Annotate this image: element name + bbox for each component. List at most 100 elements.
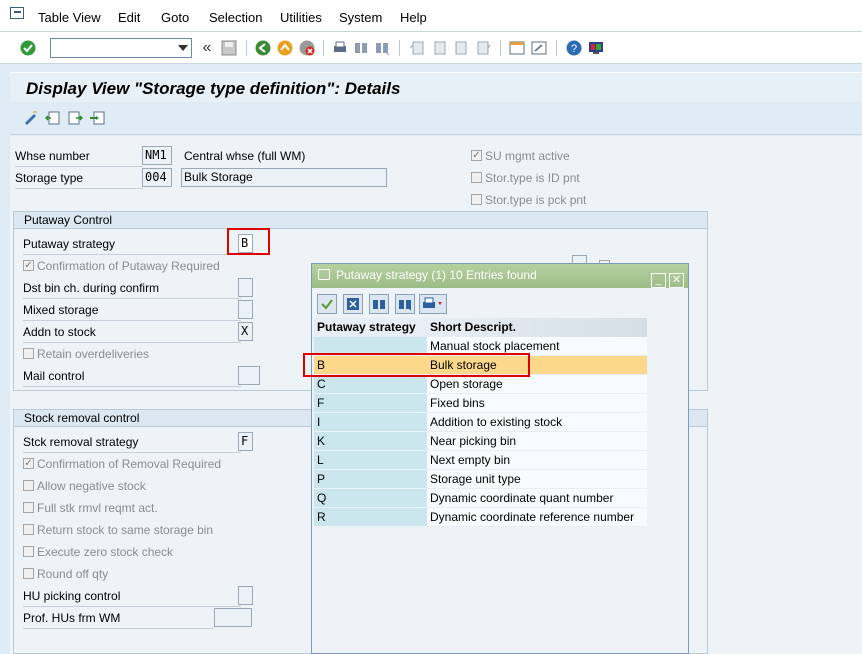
putaway-strategy-label: Putaway strategy (23, 237, 116, 251)
app-menu-icon[interactable] (10, 7, 24, 19)
chevron-down-icon[interactable] (178, 45, 188, 51)
help-icon[interactable]: ? (565, 39, 583, 57)
selected-row-highlight (303, 353, 530, 377)
find-icon[interactable] (352, 39, 370, 57)
new-session-icon[interactable] (508, 39, 526, 57)
first-page-icon[interactable] (408, 39, 426, 57)
negative-stock-checkbox (23, 480, 34, 491)
menu-help[interactable]: Help (400, 10, 427, 25)
confirm-removal-label: Confirmation of Removal Required (37, 457, 222, 471)
prof-hus-field[interactable] (214, 608, 252, 627)
previous-entry-icon[interactable] (44, 109, 62, 127)
full-stk-checkbox (23, 502, 34, 513)
find-next-binoculars-icon[interactable] (395, 294, 415, 314)
whse-number-label: Whse number (15, 149, 90, 163)
negative-stock-label: Allow negative stock (37, 479, 146, 493)
return-stock-label: Return stock to same storage bin (37, 523, 214, 537)
cancel-x-icon[interactable] (343, 294, 363, 314)
mixed-storage-label: Mixed storage (23, 303, 99, 317)
popup-title-bar: Putaway strategy (1) 10 Entries found _ ✕ (312, 264, 688, 288)
next-entry-icon[interactable] (66, 109, 84, 127)
menu-utilities[interactable]: Utilities (280, 10, 322, 25)
su-mgmt-label: SU mgmt active (485, 149, 570, 163)
retain-overdeliveries-checkbox (23, 348, 34, 359)
prof-hus-label: Prof. HUs frm WM (23, 611, 121, 625)
retain-overdeliveries-label: Retain overdeliveries (37, 347, 150, 361)
table-row[interactable]: I Addition to existing stock (314, 413, 647, 432)
col-short-description[interactable]: Short Descript. (427, 318, 647, 337)
hu-picking-label: HU picking control (23, 589, 121, 603)
table-row[interactable]: K Near picking bin (314, 432, 647, 451)
full-stk-label: Full stk rmvl reqmt act. (37, 501, 158, 515)
minimize-icon[interactable]: _ (651, 273, 666, 288)
dst-bin-label: Dst bin ch. during confirm (23, 281, 160, 295)
table-header: Putaway strategy Short Descript. (314, 318, 647, 337)
putaway-strategy-highlight (227, 228, 270, 255)
enter-check-icon[interactable] (19, 39, 37, 57)
next-page-icon[interactable] (452, 39, 470, 57)
shortcut-icon[interactable] (530, 39, 548, 57)
dst-bin-field[interactable] (238, 278, 253, 297)
previous-page-icon[interactable] (430, 39, 448, 57)
return-stock-checkbox (23, 524, 34, 535)
menu-edit[interactable]: Edit (118, 10, 140, 25)
confirm-putaway-checkbox: ✓ (23, 260, 34, 271)
print-icon[interactable] (331, 39, 349, 57)
print-menu-icon[interactable] (419, 294, 447, 314)
svg-text:?: ? (571, 43, 577, 55)
command-field[interactable] (50, 38, 192, 58)
addn-to-stock-label: Addn to stock (23, 325, 96, 339)
id-pnt-label: Stor.type is ID pnt (485, 171, 580, 185)
display-change-icon[interactable] (22, 109, 40, 127)
back-arrows-icon[interactable]: « (198, 39, 216, 57)
table-row[interactable]: L Next empty bin (314, 451, 647, 470)
close-icon[interactable]: ✕ (669, 273, 684, 288)
table-row[interactable]: C Open storage (314, 375, 647, 394)
exit-icon[interactable] (276, 39, 294, 57)
select-all-icon[interactable] (88, 109, 106, 127)
mail-control-label: Mail control (23, 369, 85, 383)
storage-type-description: Bulk Storage (181, 168, 387, 187)
find-next-icon[interactable] (373, 39, 391, 57)
putaway-strategy-popup: Putaway strategy (1) 10 Entries found _ ✕… (311, 263, 689, 654)
menu-goto[interactable]: Goto (161, 10, 189, 25)
save-icon[interactable] (220, 39, 238, 57)
application-toolbar (10, 103, 862, 135)
round-off-label: Round off qty (37, 567, 109, 581)
last-page-icon[interactable] (474, 39, 492, 57)
zero-stock-label: Execute zero stock check (37, 545, 174, 559)
round-off-checkbox (23, 568, 34, 579)
find-binoculars-icon[interactable] (369, 294, 389, 314)
table-row[interactable]: F Fixed bins (314, 394, 647, 413)
col-putaway-strategy[interactable]: Putaway strategy (314, 318, 427, 337)
popup-toolbar (314, 292, 686, 316)
title-bar: Display View "Storage type definition": … (10, 72, 862, 102)
pck-pnt-label: Stor.type is pck pnt (485, 193, 587, 207)
mail-control-field[interactable] (238, 366, 260, 385)
customize-layout-icon[interactable] (587, 39, 605, 57)
storage-type-field[interactable]: 004 (142, 168, 172, 187)
hu-picking-field[interactable] (238, 586, 253, 605)
menu-selection[interactable]: Selection (209, 10, 262, 25)
addn-to-stock-field[interactable]: X (238, 322, 253, 341)
confirm-putaway-label: Confirmation of Putaway Required (37, 259, 220, 273)
whse-number-field[interactable]: NM1 (142, 146, 172, 165)
storage-type-label: Storage type (15, 171, 84, 185)
table-row[interactable]: R Dynamic coordinate reference number (314, 508, 647, 527)
menu-bar: Table View Edit Goto Selection Utilities… (0, 0, 862, 32)
table-row[interactable]: Q Dynamic coordinate quant number (314, 489, 647, 508)
menu-table-view[interactable]: Table View (38, 10, 101, 25)
removal-strategy-label: Stck removal strategy (23, 435, 139, 449)
confirm-check-icon[interactable] (317, 294, 337, 314)
removal-strategy-field[interactable]: F (238, 432, 253, 451)
back-icon[interactable] (254, 39, 272, 57)
whse-description: Central whse (full WM) (184, 149, 306, 163)
cancel-icon[interactable] (298, 39, 316, 57)
confirm-removal-checkbox: ✓ (23, 458, 34, 469)
standard-toolbar: « ? (0, 32, 862, 64)
mixed-storage-field[interactable] (238, 300, 253, 319)
putaway-control-title: Putaway Control (14, 212, 707, 229)
page-title: Display View "Storage type definition": … (26, 79, 401, 98)
table-row[interactable]: P Storage unit type (314, 470, 647, 489)
menu-system[interactable]: System (339, 10, 382, 25)
